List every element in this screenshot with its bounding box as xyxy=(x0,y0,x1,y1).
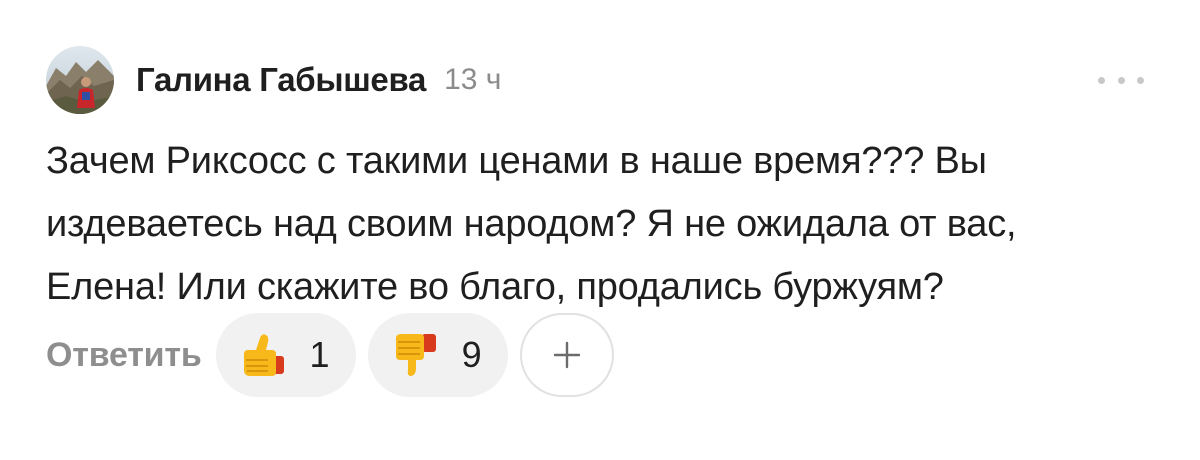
comment-actions: Ответить 1 9 xyxy=(46,312,614,398)
more-dots-icon xyxy=(1098,76,1105,84)
thumbs-up-icon xyxy=(243,334,284,376)
comment-text: Зачем Риксосс с такими ценами в наше вре… xyxy=(46,140,1017,308)
reaction-thumbs-down[interactable]: 9 xyxy=(367,313,508,397)
author-name[interactable]: Галина Габышева xyxy=(136,61,426,99)
more-options-button[interactable] xyxy=(1098,66,1144,94)
more-dots-icon-dot xyxy=(1137,76,1144,84)
plus-icon xyxy=(553,341,580,369)
avatar-photo xyxy=(46,46,114,114)
reply-button[interactable]: Ответить xyxy=(46,336,202,375)
comment-timestamp: 13 ч xyxy=(444,63,502,96)
reaction-count: 1 xyxy=(309,334,330,375)
more-dots-icon-dot xyxy=(1117,76,1125,84)
comment-header: Галина Габышева 13 ч xyxy=(46,46,501,114)
avatar[interactable] xyxy=(46,46,114,114)
add-reaction-button[interactable] xyxy=(519,313,614,397)
reaction-thumbs-up[interactable]: 1 xyxy=(215,313,356,397)
thumbs-down-icon xyxy=(395,334,436,376)
comment-card: Галина Габышева 13 ч Зачем Риксосс с так… xyxy=(0,0,1200,460)
reaction-count: 9 xyxy=(461,334,482,375)
